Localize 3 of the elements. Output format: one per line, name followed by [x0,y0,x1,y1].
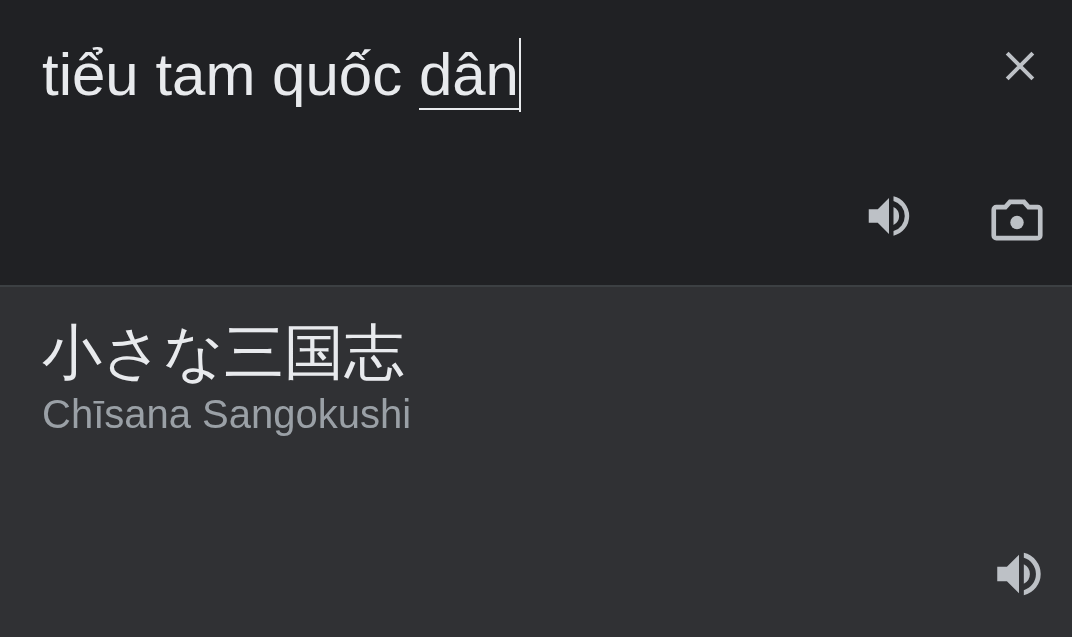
translation-text: 小さな三国志 [42,318,405,388]
romanization-text: Chīsana Sangokushi [42,391,413,438]
input-field[interactable]: tiểu tam quốc dân [42,38,998,112]
